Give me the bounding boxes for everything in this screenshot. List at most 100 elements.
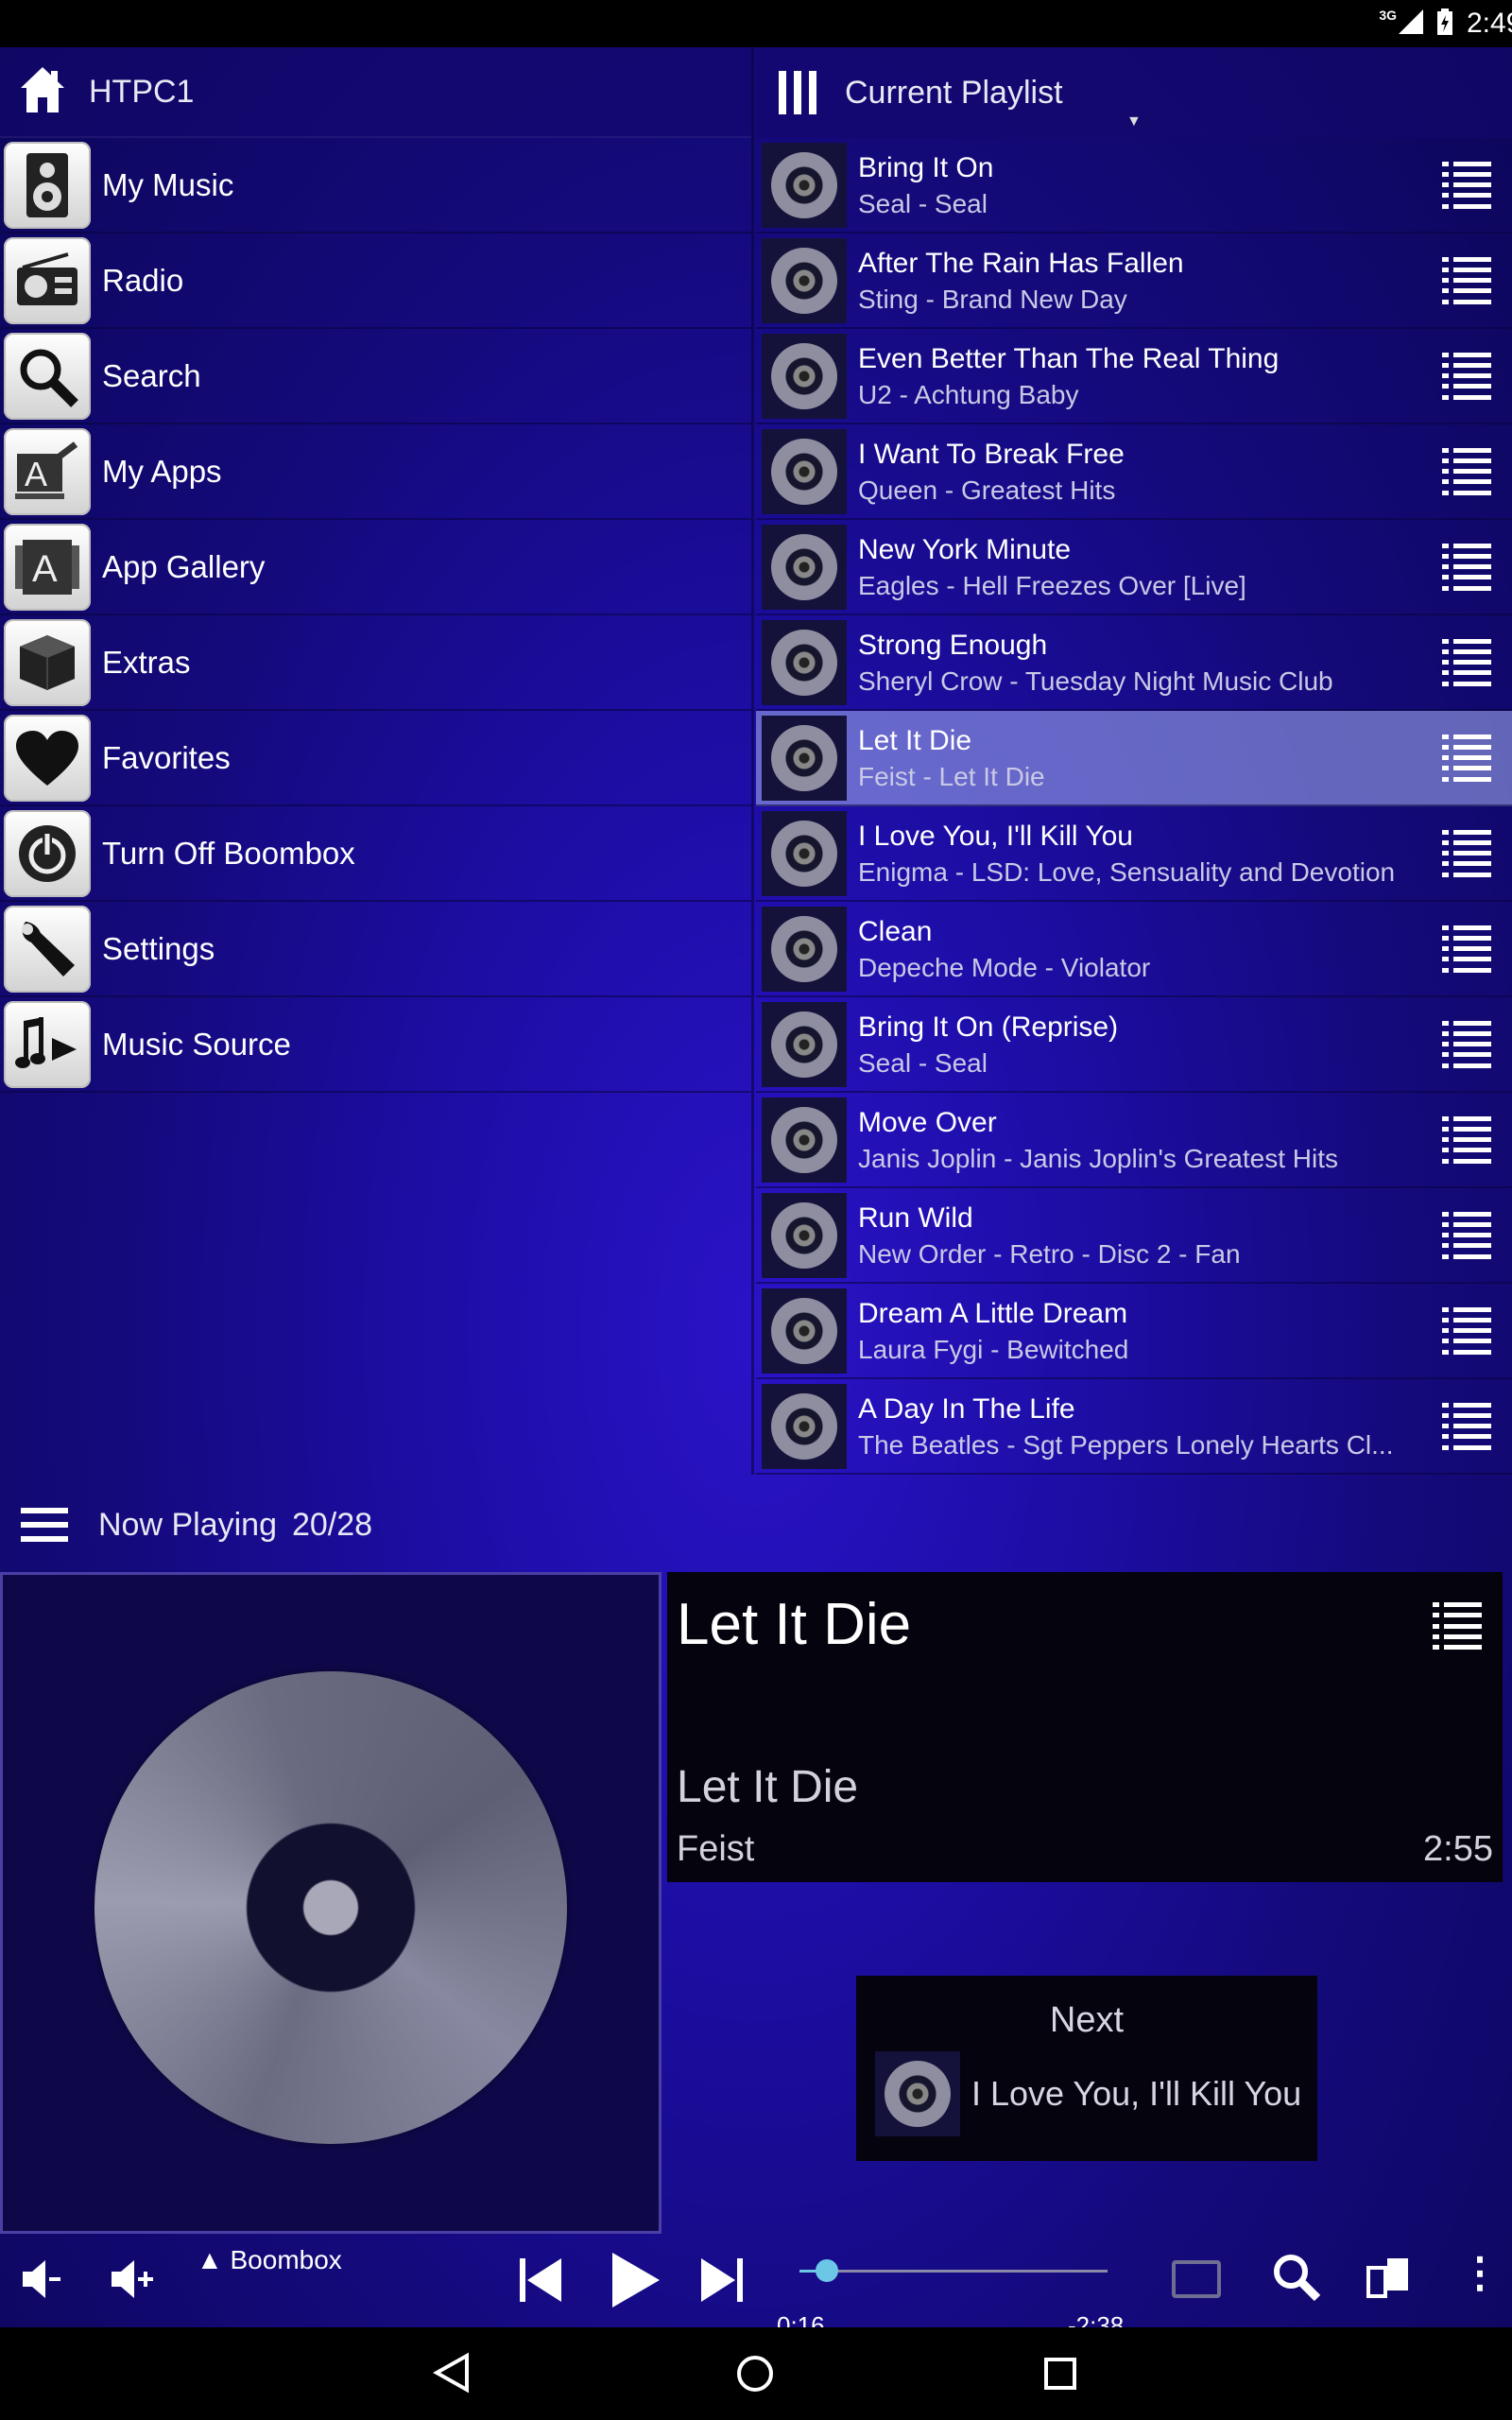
menu-item-my-music[interactable]: My Music	[0, 138, 751, 233]
host-name: HTPC1	[89, 73, 195, 110]
device-caret-icon: ▲	[197, 2245, 223, 2274]
track-artist-album: Sting - Brand New Day	[858, 284, 1127, 314]
track-options-icon[interactable]	[1442, 1115, 1491, 1164]
playlist-track[interactable]: New York Minute Eagles - Hell Freezes Ove…	[756, 520, 1512, 615]
playlist-track[interactable]: Clean Depeche Mode - Violator	[756, 902, 1512, 997]
track-disc-icon	[762, 1288, 847, 1374]
hamburger-menu-icon[interactable]	[21, 1508, 68, 1542]
volume-up-icon[interactable]	[110, 2256, 157, 2313]
track-disc-icon	[762, 1383, 847, 1469]
track-options-icon[interactable]	[1442, 925, 1491, 973]
now-playing-header: Now Playing 20/28	[0, 1479, 1512, 1570]
playlist-track[interactable]: I Want To Break Free Queen - Greatest Hit…	[756, 424, 1512, 520]
track-artist-album: Sheryl Crow - Tuesday Night Music Club	[858, 666, 1333, 696]
track-text: Dream A Little Dream Laura Fygi - Bewitch…	[858, 1295, 1442, 1367]
heart-icon	[4, 714, 91, 802]
clock: 2:49	[1467, 8, 1512, 39]
track-options-icon[interactable]	[1442, 161, 1491, 209]
track-options-icon[interactable]	[1442, 352, 1491, 400]
cast-icon[interactable]	[1172, 2260, 1221, 2298]
menu-item-turn-off-boombox[interactable]: Turn Off Boombox	[0, 806, 751, 902]
playlist-panel: Current Playlist ▼ Bring It On Seal - Sea…	[756, 47, 1512, 1475]
volume-down-icon[interactable]	[21, 2256, 62, 2313]
track-text: I Love You, I'll Kill You Enigma - LSD: L…	[858, 818, 1442, 890]
home-icon[interactable]	[19, 65, 66, 119]
track-title: I Love You, I'll Kill You	[858, 820, 1133, 852]
seek-bar-handle[interactable]	[816, 2259, 839, 2282]
track-options-icon[interactable]	[1442, 1020, 1491, 1068]
next-track-disc-icon	[875, 2051, 960, 2136]
device-selector[interactable]: ▲ Boombox	[197, 2245, 342, 2275]
playlist-header[interactable]: Current Playlist ▼	[756, 47, 1512, 138]
playlist-track[interactable]: A Day In The Life The Beatles - Sgt Peppe…	[756, 1379, 1512, 1475]
playlist-track[interactable]: After The Rain Has Fallen Sting - Brand N…	[756, 233, 1512, 329]
track-artist-album: Seal - Seal	[858, 188, 988, 218]
track-options-icon[interactable]	[1442, 734, 1491, 782]
system-nav-bar	[0, 2327, 1512, 2420]
panel-divider	[751, 47, 754, 1475]
track-disc-icon	[762, 333, 847, 419]
track-options-icon[interactable]	[1442, 447, 1491, 495]
seek-bar[interactable]	[799, 2259, 1108, 2282]
playlist-track[interactable]: Let It Die Feist - Let It Die	[756, 711, 1512, 806]
track-disc-icon	[762, 715, 847, 801]
track-artist-album: Eagles - Hell Freezes Over [Live]	[858, 570, 1246, 600]
album-art[interactable]	[0, 1572, 662, 2234]
search-icon[interactable]	[1272, 2253, 1321, 2307]
svg-text:A: A	[25, 455, 47, 493]
playlist-track[interactable]: Move Over Janis Joplin - Janis Joplin's G…	[756, 1093, 1512, 1188]
playlist-track[interactable]: Dream A Little Dream Laura Fygi - Bewitch…	[756, 1284, 1512, 1379]
playlist-track[interactable]: Bring It On Seal - Seal	[756, 138, 1512, 233]
power-icon	[4, 809, 91, 897]
previous-track-button[interactable]	[518, 2256, 565, 2316]
track-title: Bring It On (Reprise)	[858, 1011, 1119, 1043]
track-disc-icon	[762, 810, 847, 896]
queue-position: 20/28	[291, 1506, 373, 1543]
menu-header[interactable]: HTPC1	[0, 47, 751, 138]
playlist-track[interactable]: Strong Enough Sheryl Crow - Tuesday Night…	[756, 615, 1512, 711]
track-options-icon[interactable]	[1442, 829, 1491, 877]
next-track-card[interactable]: Next I Love You, I'll Kill You	[856, 1976, 1317, 2161]
track-title: I Want To Break Free	[858, 438, 1125, 470]
home-nav-icon[interactable]	[737, 2356, 773, 2392]
now-playing-album: Let It Die	[677, 1762, 859, 1812]
transport-bar: ▲ Boombox 0:16 -2:38 ⋮	[0, 2236, 1512, 2340]
menu-item-search[interactable]: Search	[0, 329, 751, 424]
track-artist-album: U2 - Achtung Baby	[858, 379, 1079, 409]
track-options-icon[interactable]	[1442, 638, 1491, 686]
playlist-track[interactable]: Even Better Than The Real Thing U2 - Acht…	[756, 329, 1512, 424]
track-options-icon[interactable]	[1442, 1402, 1491, 1450]
menu-item-label: Turn Off Boombox	[102, 835, 355, 871]
next-track-button[interactable]	[697, 2256, 745, 2316]
menu-item-music-source[interactable]: Music Source	[0, 997, 751, 1093]
menu-list: My Music Radio Search A My Apps A App Gallery E…	[0, 138, 751, 1093]
overflow-menu-icon[interactable]: ⋮	[1459, 2249, 1501, 2297]
menu-item-favorites[interactable]: Favorites	[0, 711, 751, 806]
track-options-icon[interactable]	[1442, 543, 1491, 591]
playlist-track[interactable]: Bring It On (Reprise) Seal - Seal	[756, 997, 1512, 1093]
track-text: After The Rain Has Fallen Sting - Brand N…	[858, 245, 1442, 317]
track-options-icon[interactable]	[1442, 1211, 1491, 1259]
track-options-icon[interactable]	[1442, 1306, 1491, 1355]
track-options-icon[interactable]	[1442, 256, 1491, 304]
menu-item-label: My Apps	[102, 453, 222, 489]
recents-icon[interactable]	[1044, 2358, 1076, 2390]
menu-item-extras[interactable]: Extras	[0, 615, 751, 711]
track-artist-album: Janis Joplin - Janis Joplin's Greatest H…	[858, 1143, 1338, 1173]
menu-item-my-apps[interactable]: A My Apps	[0, 424, 751, 520]
playlist-bars-icon[interactable]	[779, 71, 816, 114]
playlist-track[interactable]: I Love You, I'll Kill You Enigma - LSD: L…	[756, 806, 1512, 902]
back-icon[interactable]	[432, 2352, 471, 2404]
next-track-title: I Love You, I'll Kill You	[971, 2074, 1302, 2113]
menu-item-settings[interactable]: Settings	[0, 902, 751, 997]
play-button[interactable]	[609, 2251, 662, 2324]
menu-item-radio[interactable]: Radio	[0, 233, 751, 329]
track-artist-album: Enigma - LSD: Love, Sensuality and Devot…	[858, 856, 1396, 887]
menu-item-label: Extras	[102, 644, 191, 680]
remote-devices-icon[interactable]	[1365, 2255, 1412, 2312]
track-menu-icon[interactable]	[1433, 1602, 1482, 1650]
playlist-track[interactable]: Run Wild New Order - Retro - Disc 2 - Fan	[756, 1188, 1512, 1284]
menu-item-app-gallery[interactable]: A App Gallery	[0, 520, 751, 615]
track-text: A Day In The Life The Beatles - Sgt Peppe…	[858, 1391, 1442, 1462]
dropdown-caret-icon[interactable]: ▼	[1126, 113, 1142, 130]
